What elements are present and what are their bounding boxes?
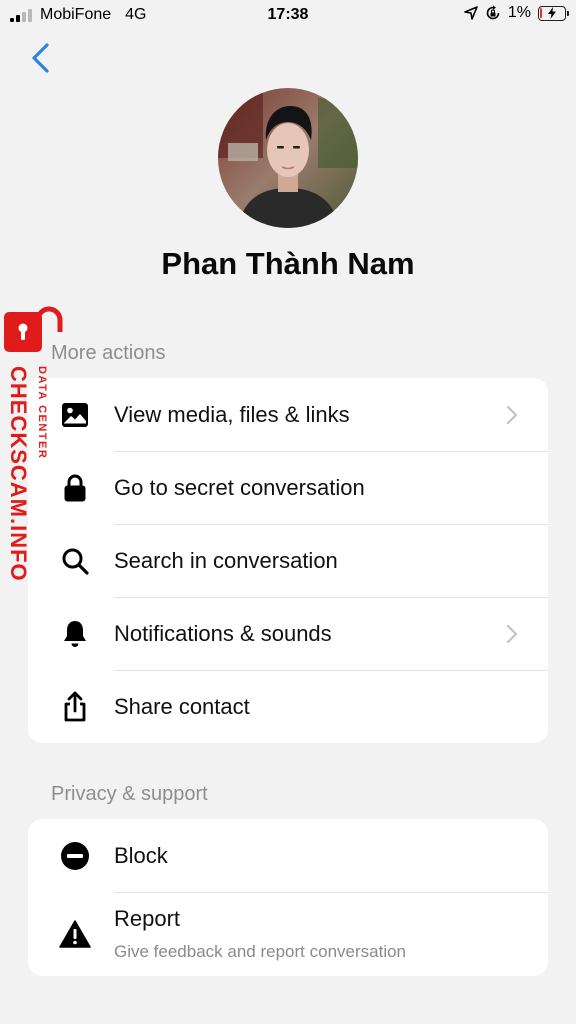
battery-percent: 1% [507,4,531,21]
back-button[interactable] [26,40,56,76]
notifications-row[interactable]: Notifications & sounds [28,597,548,670]
privacy-support-card: Block Report Give feedback and report co… [28,819,548,976]
share-contact-label: Share contact [114,693,250,719]
rotation-lock-icon [486,5,500,20]
view-media-row[interactable]: View media, files & links [28,378,548,451]
chevron-right-icon [506,624,518,643]
status-right: 1% [464,4,569,22]
notifications-label: Notifications & sounds [114,620,332,646]
block-icon [59,840,91,872]
secret-conversation-label: Go to secret conversation [114,474,365,500]
secret-conversation-row[interactable]: Go to secret conversation [28,451,548,524]
search-icon [59,545,91,577]
search-conversation-label: Search in conversation [114,547,338,573]
report-sublabel: Give feedback and report conversation [114,942,407,961]
share-icon [59,691,91,723]
image-icon [59,399,91,431]
location-arrow-icon [464,6,478,20]
chevron-left-icon [32,43,49,73]
bell-icon [59,618,91,650]
block-row[interactable]: Block [28,819,548,892]
battery-icon [538,5,569,21]
report-label: Report [114,906,181,931]
warning-icon [59,918,91,950]
avatar[interactable] [218,88,358,228]
profile-name: Phan Thành Nam [161,246,415,281]
privacy-support-header: Privacy & support [51,783,208,805]
more-actions-header: More actions [51,342,166,364]
block-label: Block [114,842,168,868]
share-contact-row[interactable]: Share contact [28,670,548,743]
status-bar: MobiFone 4G 17:38 1% [0,0,576,30]
chevron-right-icon [506,405,518,424]
report-row[interactable]: Report Give feedback and report conversa… [28,892,548,976]
more-actions-card: View media, files & links Go to secret c… [28,378,548,743]
lock-icon [59,472,91,504]
search-conversation-row[interactable]: Search in conversation [28,524,548,597]
view-media-label: View media, files & links [114,401,350,427]
avatar-photo [218,88,358,228]
